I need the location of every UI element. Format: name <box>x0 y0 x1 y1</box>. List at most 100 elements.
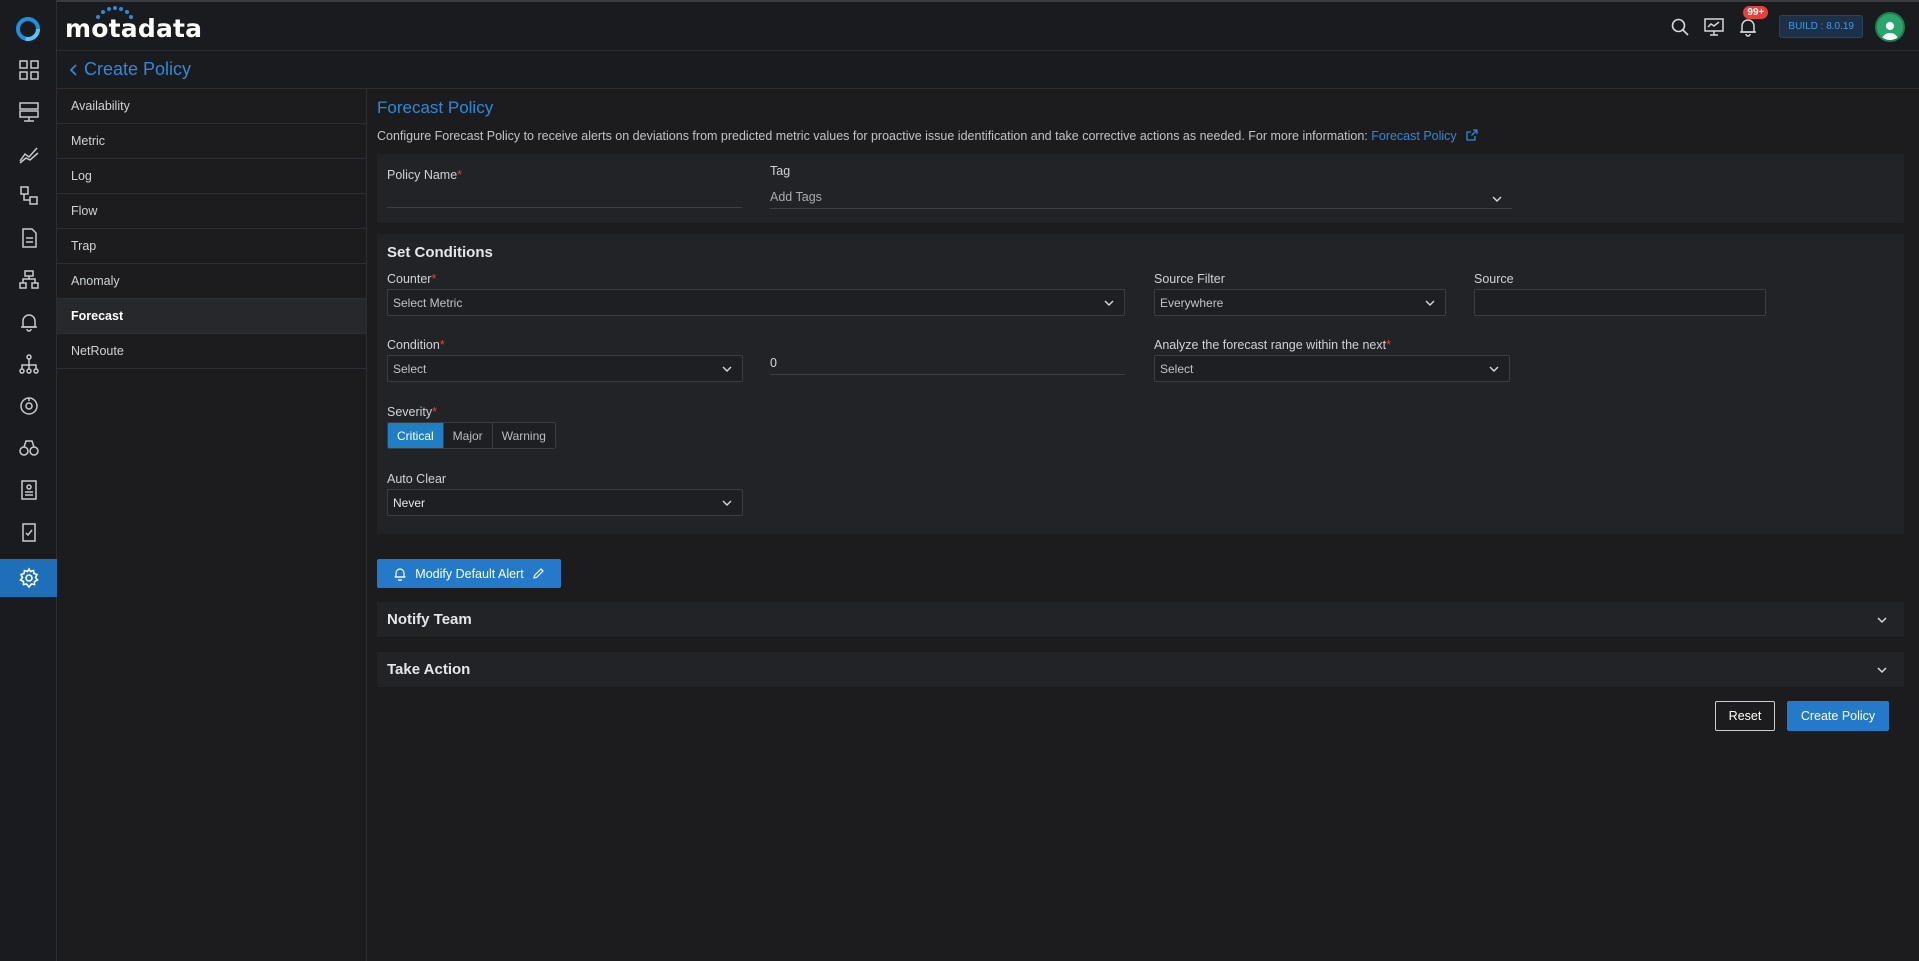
notification-badge: 99+ <box>1743 5 1769 19</box>
rail-metric-explorer[interactable] <box>0 136 57 172</box>
rail-netroute[interactable] <box>0 388 57 424</box>
back-arrow-icon[interactable] <box>63 60 83 80</box>
bell-icon <box>1740 18 1757 37</box>
rail-observability[interactable] <box>0 430 57 466</box>
rail-reports[interactable] <box>0 472 57 508</box>
chevron-down-icon <box>1489 366 1499 372</box>
top-bar: motadata 99+ BUILD : 8.0.19 <box>57 0 1919 51</box>
take-action-title: Take Action <box>387 661 471 678</box>
severity-label: Severity* <box>387 405 437 419</box>
required-mark: * <box>1386 338 1391 352</box>
build-badge: BUILD : 8.0.19 <box>1779 15 1863 38</box>
source-filter-select[interactable]: Everywhere <box>1154 289 1446 316</box>
monitor-screen-icon <box>1704 17 1725 36</box>
brand-logo[interactable]: motadata <box>65 14 202 43</box>
set-conditions-panel: Set Conditions Counter* Select Metric So… <box>377 234 1904 534</box>
user-icon <box>1882 21 1898 40</box>
subnav-item-availability[interactable]: Availability <box>57 89 366 124</box>
metric-explorer-icon <box>18 147 38 164</box>
rail-flow[interactable] <box>0 262 57 298</box>
condition-select[interactable]: Select <box>387 355 743 382</box>
take-action-section[interactable]: Take Action <box>377 652 1904 687</box>
subnav-item-log[interactable]: Log <box>57 159 366 194</box>
log-icon <box>21 228 37 248</box>
description-text: Configure Forecast Policy to receive ale… <box>377 129 1372 143</box>
main-content: Forecast Policy Configure Forecast Polic… <box>368 89 1919 961</box>
subnav-item-forecast[interactable]: Forecast <box>57 299 366 334</box>
modify-default-alert-label: Modify Default Alert <box>415 566 524 581</box>
modify-default-alert-button[interactable]: Modify Default Alert <box>377 559 561 588</box>
chevron-down-icon <box>1877 617 1887 624</box>
observability-icon <box>18 440 39 456</box>
forecast-policy-link[interactable]: Forecast Policy <box>1371 129 1456 143</box>
monitor-icon <box>18 102 39 122</box>
counter-placeholder: Select Metric <box>393 295 463 310</box>
rail-settings[interactable] <box>0 559 57 597</box>
tag-select[interactable]: Add Tags <box>770 185 1512 209</box>
alert-icon <box>20 314 37 332</box>
bell-icon <box>394 567 406 581</box>
pencil-icon <box>532 568 544 579</box>
required-mark: * <box>431 272 437 286</box>
rail-dashboard[interactable] <box>0 52 57 88</box>
rail-alerts[interactable] <box>0 304 57 340</box>
search-icon <box>1672 18 1689 36</box>
policy-name-label: Policy Name* <box>387 168 462 182</box>
subnav-item-metric[interactable]: Metric <box>57 124 366 159</box>
chevron-down-icon <box>1492 196 1502 202</box>
severity-warning-button[interactable]: Warning <box>492 423 555 448</box>
subnav-item-netroute[interactable]: NetRoute <box>57 334 366 369</box>
netroute-icon <box>19 397 38 415</box>
condition-value-input[interactable]: 0 <box>770 351 1125 375</box>
flow-icon <box>18 270 39 289</box>
chevron-down-icon <box>1104 300 1114 306</box>
rail-log[interactable] <box>0 220 57 256</box>
counter-select[interactable]: Select Metric <box>387 289 1125 316</box>
rail-monitor[interactable] <box>0 94 57 130</box>
section-heading: Forecast Policy <box>377 98 494 117</box>
severity-critical-button[interactable]: Critical <box>388 423 444 448</box>
title-bar: Create Policy <box>57 51 1919 89</box>
analyze-range-select[interactable]: Select <box>1154 355 1510 382</box>
subnav-item-flow[interactable]: Flow <box>57 194 366 229</box>
counter-label-text: Counter <box>387 272 432 286</box>
rail-network[interactable] <box>0 346 57 382</box>
topology-icon <box>19 186 38 205</box>
search-button[interactable] <box>1669 16 1691 38</box>
rail-audit[interactable] <box>0 514 57 550</box>
auto-clear-select[interactable]: Never <box>387 489 743 516</box>
reset-button[interactable]: Reset <box>1715 701 1775 731</box>
rail-topology[interactable] <box>0 178 57 214</box>
notifications-button[interactable]: 99+ <box>1737 5 1769 38</box>
settings-icon <box>18 567 39 589</box>
dashboard-icon <box>18 60 39 80</box>
notify-team-section[interactable]: Notify Team <box>377 602 1904 637</box>
avatar[interactable] <box>1875 11 1905 42</box>
audit-icon <box>21 523 36 542</box>
app-logo-icon[interactable] <box>15 16 41 42</box>
network-icon <box>18 354 39 374</box>
external-link-icon[interactable] <box>1466 129 1478 141</box>
create-policy-button[interactable]: Create Policy <box>1787 701 1889 731</box>
source-filter-label: Source Filter <box>1154 272 1225 286</box>
auto-clear-label: Auto Clear <box>387 472 447 486</box>
set-conditions-title: Set Conditions <box>387 244 493 261</box>
policy-name-input[interactable] <box>387 184 742 208</box>
subnav-item-trap[interactable]: Trap <box>57 229 366 264</box>
severity-major-button[interactable]: Major <box>443 423 493 448</box>
chevron-down-icon <box>722 500 732 506</box>
condition-label-text: Condition <box>387 338 440 352</box>
analyze-range-label: Analyze the forecast range within the ne… <box>1154 338 1391 352</box>
required-mark: * <box>439 338 445 352</box>
subnav-item-anomaly[interactable]: Anomaly <box>57 264 366 299</box>
condition-placeholder: Select <box>393 361 427 376</box>
auto-clear-value: Never <box>393 495 426 510</box>
source-input[interactable] <box>1474 289 1766 316</box>
policy-type-nav: Availability Metric Log Flow Trap Anomal… <box>57 89 367 961</box>
page-title: Create Policy <box>84 59 192 79</box>
screen-button[interactable] <box>1703 16 1725 38</box>
source-filter-value: Everywhere <box>1160 295 1224 310</box>
counter-label: Counter* <box>387 272 436 286</box>
header-actions: 99+ BUILD : 8.0.19 <box>1669 2 1919 51</box>
description: Configure Forecast Policy to receive ale… <box>377 129 1478 143</box>
